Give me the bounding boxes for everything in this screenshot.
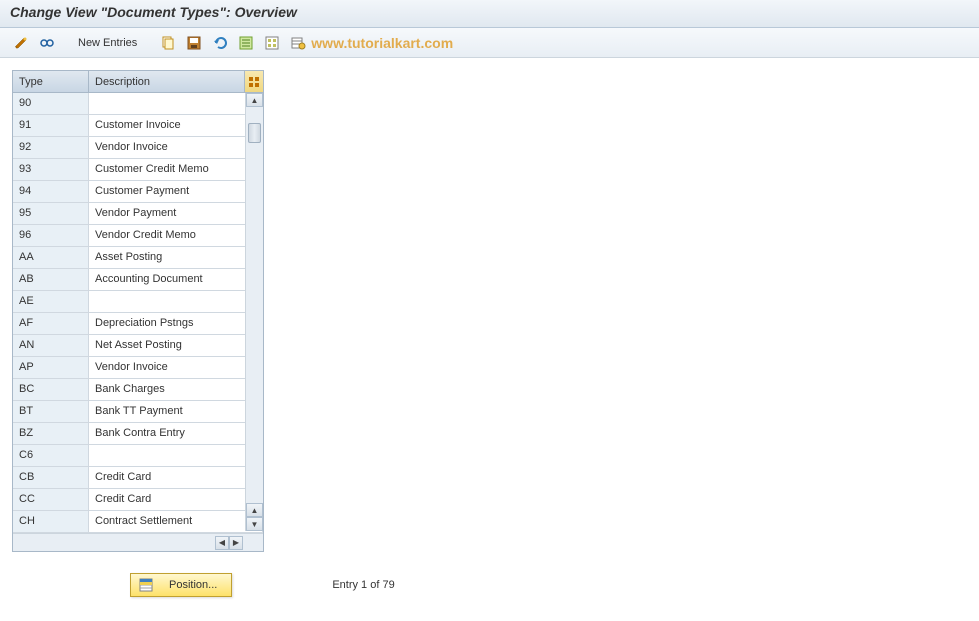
table-row[interactable]: BTBank TT Payment [13, 401, 263, 423]
column-header-description[interactable]: Description [89, 71, 245, 92]
cell-description[interactable]: Net Asset Posting [89, 335, 263, 356]
scroll-right-icon[interactable]: ▶ [229, 536, 243, 550]
cell-type[interactable]: CB [13, 467, 89, 488]
cell-type[interactable]: AF [13, 313, 89, 334]
cell-description[interactable]: Vendor Credit Memo [89, 225, 263, 246]
cell-type[interactable]: BT [13, 401, 89, 422]
config-table-icon[interactable] [287, 32, 309, 54]
cell-type[interactable]: AE [13, 291, 89, 312]
copy-icon[interactable] [157, 32, 179, 54]
scroll-pageup-icon[interactable]: ▲ [246, 503, 263, 517]
cell-description[interactable]: Customer Credit Memo [89, 159, 263, 180]
table-row[interactable]: 95Vendor Payment [13, 203, 263, 225]
toolbar: New Entries [0, 28, 979, 58]
cell-description[interactable]: Depreciation Pstngs [89, 313, 263, 334]
cell-description[interactable]: Vendor Payment [89, 203, 263, 224]
cell-type[interactable]: 95 [13, 203, 89, 224]
cell-description[interactable] [89, 445, 263, 466]
cell-type[interactable]: CH [13, 511, 89, 532]
cell-description[interactable]: Customer Invoice [89, 115, 263, 136]
cell-type[interactable]: 91 [13, 115, 89, 136]
cell-description[interactable]: Customer Payment [89, 181, 263, 202]
horizontal-scrollbar[interactable]: ◀ ▶ [13, 533, 263, 551]
scroll-down-icon[interactable]: ▼ [246, 517, 263, 531]
cell-description[interactable]: Vendor Invoice [89, 137, 263, 158]
cell-description[interactable]: Bank Contra Entry [89, 423, 263, 444]
cell-type[interactable]: C6 [13, 445, 89, 466]
cell-description[interactable]: Accounting Document [89, 269, 263, 290]
cell-type[interactable]: 90 [13, 93, 89, 114]
cell-type[interactable]: AP [13, 357, 89, 378]
table-row[interactable]: AFDepreciation Pstngs [13, 313, 263, 335]
column-header-type[interactable]: Type [13, 71, 89, 92]
cell-description[interactable]: Contract Settlement [89, 511, 263, 532]
search-glasses-icon[interactable] [36, 32, 58, 54]
table-row[interactable]: 92Vendor Invoice [13, 137, 263, 159]
table-row[interactable]: AE [13, 291, 263, 313]
cell-description[interactable]: Vendor Invoice [89, 357, 263, 378]
position-button-label: Position... [169, 579, 217, 591]
cell-type[interactable]: BZ [13, 423, 89, 444]
cell-description[interactable]: Asset Posting [89, 247, 263, 268]
table-row[interactable]: 91Customer Invoice [13, 115, 263, 137]
cell-type[interactable]: AA [13, 247, 89, 268]
table-row[interactable]: CHContract Settlement [13, 511, 263, 533]
cell-type[interactable]: 93 [13, 159, 89, 180]
entry-status: Entry 1 of 79 [332, 579, 394, 591]
cell-type[interactable]: BC [13, 379, 89, 400]
cell-description[interactable]: Credit Card [89, 489, 263, 510]
table-row[interactable]: ABAccounting Document [13, 269, 263, 291]
cell-description[interactable]: Bank TT Payment [89, 401, 263, 422]
watermark: www.tutorialkart.com [311, 35, 453, 51]
scroll-thumb[interactable] [248, 123, 261, 143]
table-row[interactable]: ANNet Asset Posting [13, 335, 263, 357]
position-icon [139, 578, 155, 592]
document-types-table: Type Description 9091Customer Invoice92V… [12, 70, 264, 552]
page-title: Change View "Document Types": Overview [10, 4, 297, 20]
cell-type[interactable]: AN [13, 335, 89, 356]
new-entries-button[interactable]: New Entries [70, 34, 145, 52]
scroll-up-icon[interactable]: ▲ [246, 93, 263, 107]
cell-type[interactable]: CC [13, 489, 89, 510]
cell-description[interactable]: Bank Charges [89, 379, 263, 400]
table-row[interactable]: C6 [13, 445, 263, 467]
scroll-left-icon[interactable]: ◀ [215, 536, 229, 550]
vertical-scrollbar[interactable]: ▲ ▲ ▼ [245, 93, 263, 531]
cell-description[interactable] [89, 291, 263, 312]
table-row[interactable]: CBCredit Card [13, 467, 263, 489]
cell-description[interactable] [89, 93, 263, 114]
cell-description[interactable]: Credit Card [89, 467, 263, 488]
undo-icon[interactable] [209, 32, 231, 54]
cell-type[interactable]: 92 [13, 137, 89, 158]
change-display-icon[interactable] [10, 32, 32, 54]
table-row[interactable]: BCBank Charges [13, 379, 263, 401]
table-row[interactable]: AAAsset Posting [13, 247, 263, 269]
table-row[interactable]: 96Vendor Credit Memo [13, 225, 263, 247]
cell-type[interactable]: 96 [13, 225, 89, 246]
table-settings-icon[interactable] [245, 71, 263, 92]
table-row[interactable]: 94Customer Payment [13, 181, 263, 203]
table-row[interactable]: APVendor Invoice [13, 357, 263, 379]
table-row[interactable]: BZBank Contra Entry [13, 423, 263, 445]
table-row[interactable]: 90 [13, 93, 263, 115]
table-row[interactable]: CCCredit Card [13, 489, 263, 511]
save-icon[interactable] [183, 32, 205, 54]
deselect-all-icon[interactable] [261, 32, 283, 54]
cell-type[interactable]: AB [13, 269, 89, 290]
table-body: 9091Customer Invoice92Vendor Invoice93Cu… [13, 93, 263, 533]
cell-type[interactable]: 94 [13, 181, 89, 202]
position-button[interactable]: Position... [130, 573, 232, 597]
table-row[interactable]: 93Customer Credit Memo [13, 159, 263, 181]
select-all-icon[interactable] [235, 32, 257, 54]
